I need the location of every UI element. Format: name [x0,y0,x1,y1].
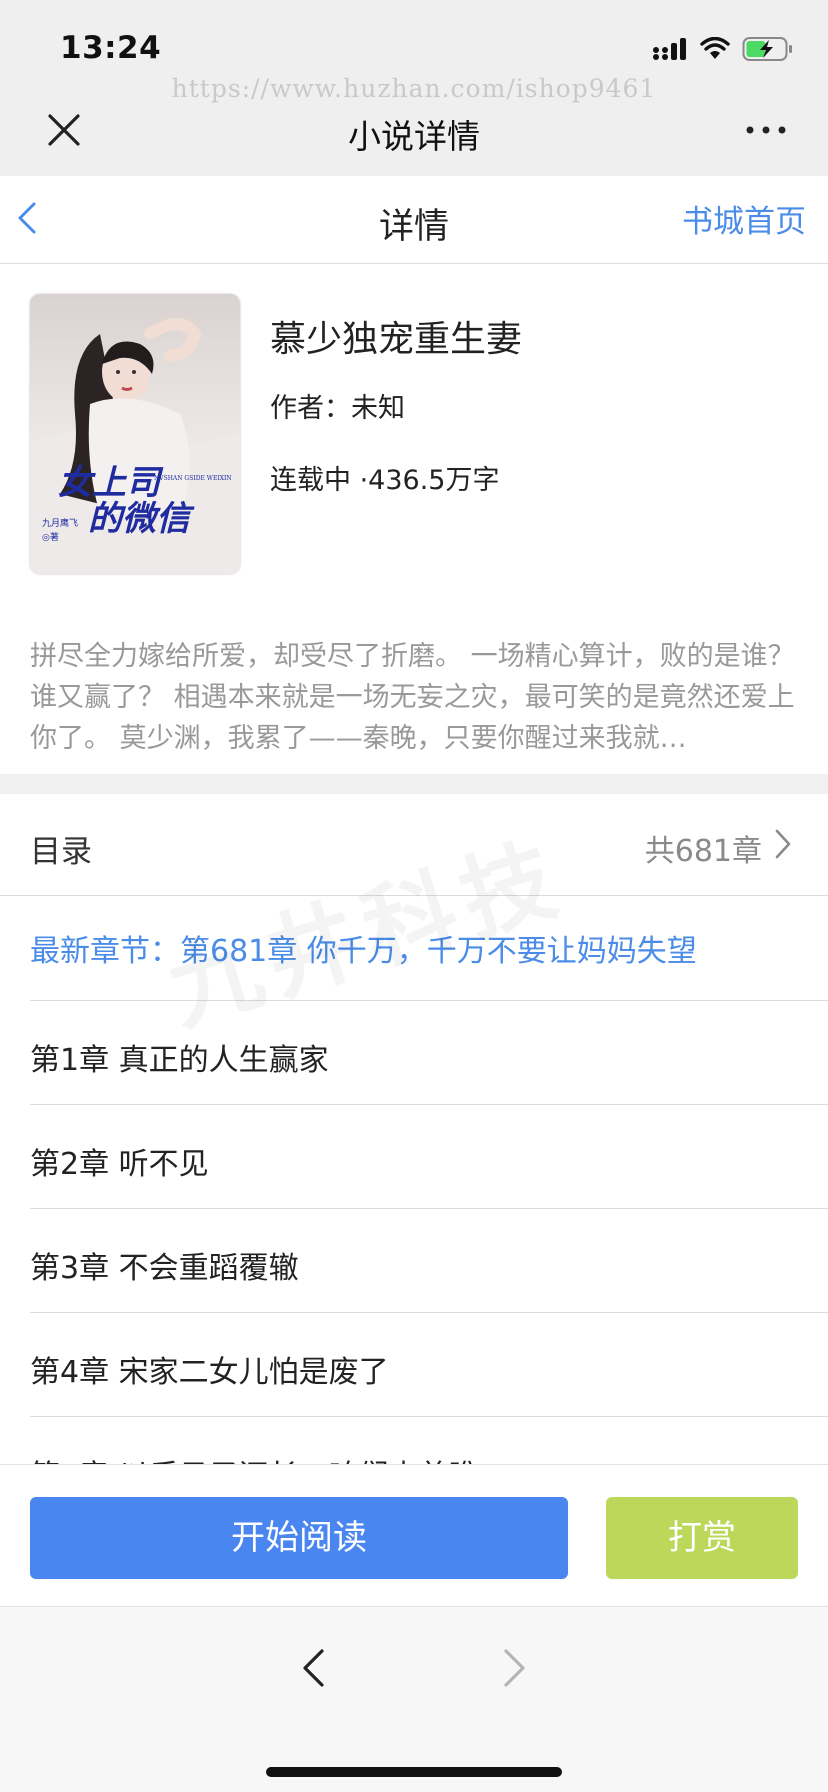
nav-bar: 详情 书城首页 [0,176,828,264]
book-title: 慕少独宠重生妻 [270,319,523,360]
chapter-title: 第4章 宋家二女儿怕是废了 [30,1355,389,1390]
chapter-title: 第1章 真正的人生赢家 [30,1043,329,1078]
chapter-title: 第5章 以后日子还长，咱们走着瞧 [30,1451,479,1464]
book-info: 女上司 的微信 NVSHAN GSIDE WEIXIN 九月鹰飞 ◎著 慕少独宠… [0,264,828,774]
book-author: 作者：未知 [270,393,405,424]
browser-forward-icon[interactable] [502,1647,528,1689]
chapter-title: 第2章 听不见 [30,1147,209,1182]
chevron-right-icon [775,829,791,859]
wechat-page-title: 小说详情 [348,117,480,156]
chapter-item[interactable]: 第4章 宋家二女儿怕是废了 [30,1313,828,1417]
cover-roman-text: NVSHAN GSIDE WEIXIN [154,475,232,482]
top-area: 13:24 https://www.huzhan.com/ishop9461 小… [0,0,828,176]
chapter-item[interactable]: 第2章 听不见 [30,1105,828,1209]
toc-label: 目录 [30,834,92,870]
more-icon[interactable] [744,120,788,140]
book-status: 连载中 ·436.5万字 [270,465,500,496]
status-bar: 13:24 https://www.huzhan.com/ishop9461 [0,0,828,103]
status-icons [652,34,794,64]
browser-nav-bar [0,1606,828,1792]
latest-chapter-link[interactable]: 最新章节：第681章 你千万，千万不要让妈妈失望 [30,926,697,970]
tip-button[interactable]: 打赏 [606,1497,798,1579]
chapter-count: 共681章 [644,834,762,869]
cover-title-line2: 的微信 [88,499,195,539]
book-cover-image: 女上司 的微信 NVSHAN GSIDE WEIXIN 九月鹰飞 ◎著 [30,294,240,574]
status-time: 13:24 [60,30,162,66]
cover-suffix-text: ◎著 [42,531,59,543]
cover-author-text: 九月鹰飞 [42,517,78,529]
table-of-contents: 目录 共681章 最新章节：第681章 你千万，千万不要让妈妈失望 第1章 真正… [0,794,828,1464]
wechat-title-bar: 小说详情 [0,96,828,176]
action-bar: 开始阅读 打赏 [0,1464,828,1606]
home-indicator[interactable] [266,1767,562,1777]
chapter-title: 第3章 不会重蹈覆辙 [30,1251,299,1286]
toc-header[interactable]: 目录 共681章 [0,794,828,896]
chapter-item[interactable]: 第3章 不会重蹈覆辙 [30,1209,828,1313]
cellular-signal-icon [653,38,686,60]
book-cover[interactable]: 女上司 的微信 NVSHAN GSIDE WEIXIN 九月鹰飞 ◎著 [30,294,240,574]
chapter-item[interactable]: 第1章 真正的人生赢家 [30,1001,828,1105]
cover-title-line1: 女上司 [58,463,164,503]
book-description[interactable]: 拼尽全力嫁给所爱，却受尽了折磨。 一场精心算计，败的是谁？谁又赢了？ 相遇本来就… [30,636,800,759]
wifi-icon [700,37,730,59]
browser-back-icon[interactable] [300,1647,326,1689]
section-divider [0,774,828,794]
battery-charging-icon [742,37,792,61]
start-reading-button[interactable]: 开始阅读 [30,1497,568,1579]
chapter-item[interactable]: 第5章 以后日子还长，咱们走着瞧 [30,1417,828,1464]
bookstore-home-link[interactable]: 书城首页 [682,196,806,241]
